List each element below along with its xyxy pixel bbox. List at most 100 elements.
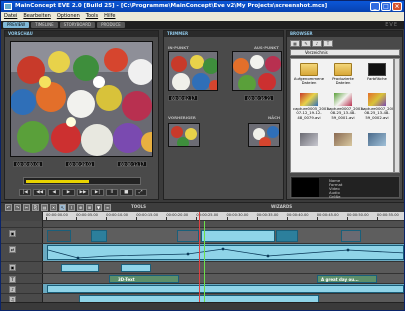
in-point-timecode[interactable]: 00:00:02.17 — [168, 95, 199, 101]
previous-clip-frame[interactable] — [168, 123, 200, 147]
out-point-label: AUS-PUNKT — [254, 45, 279, 50]
timeline-ruler[interactable]: 00:00:00.00 00:00:05.00 00:00:10.00 00:00:1… — [43, 212, 404, 221]
preview-position-slider[interactable] — [23, 177, 141, 185]
menu-tools[interactable]: Tools — [86, 12, 98, 21]
snap-icon[interactable]: ⊞ — [86, 204, 93, 211]
ruler-tick — [136, 217, 138, 220]
ruler-tick — [316, 217, 318, 220]
rewind-button[interactable]: ◀◀ — [33, 189, 46, 196]
file-item[interactable]: Aufgenommene Dateien — [293, 63, 325, 86]
video-clip[interactable] — [341, 230, 361, 242]
video-track-b-icon[interactable]: ▣ — [9, 264, 16, 271]
menu-optionen[interactable]: Optionen — [57, 12, 80, 21]
file-item[interactable]: capture0007_2003-08-25_13-48-59_0001.avi — [327, 93, 364, 120]
delete-icon[interactable]: ✕ — [50, 204, 57, 211]
play-button[interactable]: ▶ — [62, 189, 75, 196]
video-clip[interactable] — [177, 230, 199, 242]
application-window: MainConcept EVE 2.0 [Build 25] - [C:\Pro… — [0, 0, 405, 311]
transition-track-icon[interactable]: ⇄ — [9, 246, 16, 253]
file-item[interactable] — [327, 133, 359, 147]
marker-icon[interactable]: ▼ — [95, 204, 102, 211]
title-clip[interactable]: 3D-Text — [109, 275, 179, 283]
audio-track-icon[interactable]: ♪ — [9, 286, 16, 293]
ruler-tick-label: 00:00:20.00 — [166, 213, 189, 217]
track-header: ▣ — [1, 262, 43, 273]
ruler-tick-label: 00:00:05.00 — [76, 213, 98, 217]
redo-icon[interactable]: ↷ — [14, 204, 21, 211]
video-clip[interactable] — [121, 264, 151, 272]
browser-header: BROWSER — [287, 31, 402, 37]
out-point-frame[interactable] — [232, 51, 282, 91]
video-clip[interactable] — [47, 230, 71, 242]
tab-produce[interactable]: PRODUCE — [97, 22, 125, 28]
menu-datei[interactable]: Datei — [4, 12, 17, 21]
timeline-zoom-control[interactable] — [1, 212, 43, 221]
tab-preview[interactable]: PREVIEW — [3, 22, 30, 28]
next-clip-frame[interactable] — [248, 123, 280, 147]
maximize-button[interactable]: □ — [381, 2, 391, 11]
tab-title-icon[interactable]: T — [323, 40, 333, 47]
go-end-button[interactable]: ▶| — [91, 189, 104, 196]
step-back-button[interactable]: ◀ — [47, 189, 61, 196]
browser-scrollbar[interactable] — [394, 58, 400, 173]
browser-panel: BROWSER ▦ ✎ ♪ T Verzeichnis Aufgenommene… — [286, 30, 403, 200]
folder-path-field[interactable]: Verzeichnis — [290, 49, 400, 56]
timeline-cursor[interactable] — [204, 221, 205, 310]
video-thumbnail — [300, 93, 318, 106]
timeline-playhead[interactable] — [199, 212, 200, 310]
transition-clip[interactable] — [47, 245, 404, 260]
out-point-timecode[interactable]: 00:00:16.21 — [244, 95, 275, 101]
file-item[interactable]: capture0007_2003-08-25_13-48-59_0002.avi — [361, 93, 393, 120]
fast-forward-button[interactable]: ▶▶ — [76, 189, 90, 196]
pause-button[interactable]: II — [105, 189, 119, 196]
copy-icon[interactable]: ⎘ — [32, 204, 39, 211]
menu-bearbeiten[interactable]: Bearbeiten — [23, 12, 50, 21]
file-item[interactable]: Produzierte Dateien — [327, 63, 359, 86]
video-clip[interactable] — [61, 264, 99, 272]
fullscreen-button[interactable]: ⤢ — [134, 189, 147, 196]
timeline: 00:00:00.00 00:00:05.00 00:00:10.00 00:00:1… — [1, 212, 404, 310]
title-clip[interactable]: A great day ou... — [317, 275, 377, 283]
title-track-icon[interactable]: T — [9, 276, 16, 283]
stop-button[interactable]: ■ — [120, 189, 133, 196]
undo-icon[interactable]: ↶ — [5, 204, 12, 211]
video-clip[interactable] — [276, 230, 298, 242]
zoom-tool-icon[interactable]: ⊕ — [77, 204, 84, 211]
previous-clip-label: VORHERIGER — [168, 115, 196, 120]
tab-storyboard[interactable]: STORYBOARD — [59, 22, 96, 28]
minimize-button[interactable]: _ — [370, 2, 380, 11]
preview-timecode-start: 00:00:00.00 — [13, 161, 44, 167]
cut-icon[interactable]: ✂ — [23, 204, 30, 211]
tools-toolbar: ↶ ↷ ✂ ⎘ ▤ ✕ ↖ ⌇ ⊕ ⊞ ▼ ∞ — [1, 202, 404, 212]
tab-timeline[interactable]: TIMELINE — [31, 22, 58, 28]
ruler-tick — [256, 217, 258, 220]
video-clip[interactable] — [201, 230, 275, 242]
file-item[interactable] — [293, 133, 325, 147]
preview-header: VORSCHAU — [5, 31, 158, 37]
browser-tabs: ▦ ✎ ♪ T — [290, 40, 333, 47]
file-item[interactable]: capture0005_2003-07-12_19-12-48_0079.avi — [293, 93, 330, 120]
timeline-scrollbar[interactable] — [1, 302, 404, 310]
menu-hilfe[interactable]: Hilfe — [104, 12, 115, 21]
razor-tool-icon[interactable]: ⌇ — [68, 204, 75, 211]
file-item[interactable] — [361, 133, 393, 147]
select-tool-icon[interactable]: ↖ — [59, 204, 66, 211]
volume-envelope[interactable] — [48, 246, 404, 260]
link-icon[interactable]: ∞ — [104, 204, 111, 211]
preview-video[interactable] — [10, 41, 153, 157]
video-track-icon[interactable]: ▣ — [9, 230, 16, 237]
go-start-button[interactable]: |◀ — [19, 189, 32, 196]
title-bar[interactable]: MainConcept EVE 2.0 [Build 25] - [C:\Pro… — [1, 1, 404, 12]
tab-effects-icon[interactable]: ✎ — [301, 40, 311, 47]
ruler-tick-label: 00:00:45.00 — [316, 213, 339, 217]
title-clip-label: A great day ou... — [321, 277, 359, 282]
tab-video-icon[interactable]: ▦ — [290, 40, 300, 47]
video-clip[interactable] — [91, 230, 107, 242]
close-button[interactable]: × — [392, 2, 402, 11]
audio-clip[interactable] — [47, 285, 404, 293]
tab-audio-icon[interactable]: ♪ — [312, 40, 322, 47]
in-point-frame[interactable] — [168, 51, 218, 91]
audio-track-a: ♪ — [1, 284, 404, 294]
file-item[interactable]: Farbfläche — [361, 63, 393, 81]
paste-icon[interactable]: ▤ — [41, 204, 48, 211]
